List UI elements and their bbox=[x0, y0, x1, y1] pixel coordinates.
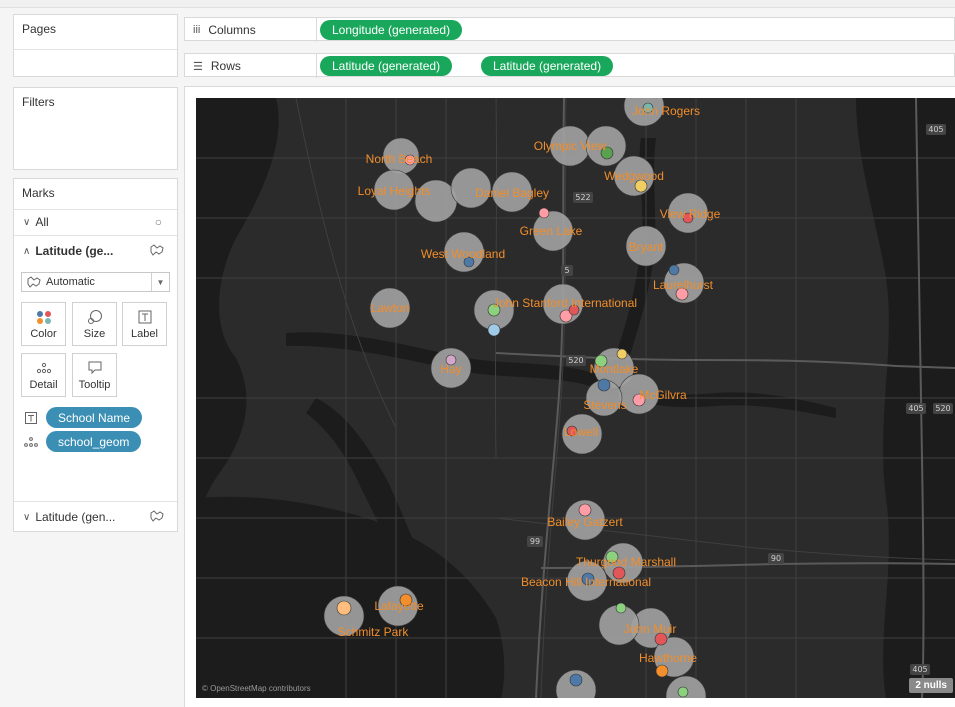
school-label: Thurgood Marshall bbox=[575, 555, 677, 569]
highway-label: 520 bbox=[568, 356, 583, 365]
highway-label: 405 bbox=[908, 404, 923, 413]
map-view[interactable]: 405 405 520 522 5 520 99 90 405 John Rog… bbox=[196, 98, 955, 698]
school-label: Hay bbox=[440, 362, 462, 376]
chevron-down-icon: ∨ bbox=[23, 511, 31, 523]
school-label: Lafayette bbox=[374, 599, 424, 613]
highway-label: 405 bbox=[912, 665, 927, 674]
size-icon bbox=[87, 308, 103, 326]
top-tab-strip bbox=[0, 0, 955, 8]
school-label: McGilvra bbox=[639, 388, 687, 402]
rows-label: Rows bbox=[210, 59, 241, 73]
tableau-worksheet: Pages Filters Marks ∨ All ○ ∧ Latitude (… bbox=[0, 0, 955, 707]
pages-drop-area[interactable] bbox=[14, 49, 177, 50]
detail-icon bbox=[36, 359, 52, 377]
size-label: Size bbox=[83, 328, 106, 340]
filters-card[interactable]: Filters bbox=[13, 87, 178, 170]
text-icon bbox=[24, 411, 38, 424]
tooltip-label: Tooltip bbox=[78, 379, 111, 391]
detail-button[interactable]: Detail bbox=[21, 353, 66, 397]
label-icon bbox=[138, 308, 152, 326]
school-label: Bailey Gatzert bbox=[547, 515, 623, 529]
pages-card: Pages bbox=[13, 14, 178, 77]
field-school-name[interactable]: School Name bbox=[24, 407, 143, 428]
school-label: Lowell bbox=[563, 425, 599, 439]
rows-icon: ☰ bbox=[193, 60, 203, 73]
highway-label: 90 bbox=[771, 554, 781, 563]
school-label: Green Lake bbox=[519, 224, 583, 238]
tooltip-icon bbox=[88, 359, 102, 377]
nulls-indicator[interactable]: 2 nulls bbox=[909, 678, 953, 693]
marks-card: Marks ∨ All ○ ∧ Latitude (ge... Automati… bbox=[13, 178, 178, 532]
highway-label: 522 bbox=[575, 193, 590, 202]
pages-title: Pages bbox=[22, 22, 57, 36]
columns-icon: iii bbox=[193, 24, 201, 36]
school-label: Daniel Bagley bbox=[474, 186, 550, 200]
detail-icon bbox=[24, 436, 38, 447]
school-label: Hawthorne bbox=[638, 651, 698, 665]
school-label: Montlake bbox=[589, 362, 639, 376]
color-label: Color bbox=[30, 328, 57, 340]
field-school-geom[interactable]: school_geom bbox=[24, 431, 142, 452]
detail-label: Detail bbox=[29, 379, 58, 391]
highway-label: 99 bbox=[530, 537, 540, 546]
marks-layer-latitude-2[interactable]: ∨ Latitude (gen... bbox=[14, 505, 177, 529]
map-mark-icon bbox=[27, 276, 41, 288]
map-basemap: 405 405 520 522 5 520 99 90 405 bbox=[196, 98, 955, 698]
school-label: Loyal Heights bbox=[357, 184, 431, 198]
size-button[interactable]: Size bbox=[72, 302, 117, 346]
chevron-down-icon: ∨ bbox=[23, 216, 31, 228]
marks-all-row[interactable]: ∨ All ○ bbox=[14, 211, 177, 233]
school-geom-pill[interactable]: school_geom bbox=[46, 431, 142, 452]
tooltip-button[interactable]: Tooltip bbox=[72, 353, 117, 397]
school-label: Laurelhurst bbox=[652, 278, 714, 292]
color-button[interactable]: Color bbox=[21, 302, 66, 346]
school-label: West Woodland bbox=[420, 247, 506, 261]
columns-label: Columns bbox=[208, 23, 256, 37]
school-label: Schmitz Park bbox=[337, 625, 409, 639]
latitude-pill-2[interactable]: Latitude (generated) bbox=[481, 56, 614, 76]
mark-type-dropdown[interactable]: Automatic ▼ bbox=[21, 272, 170, 292]
school-label: Bryant bbox=[628, 240, 664, 254]
map-mark-icon bbox=[150, 243, 164, 259]
mark-type-value: Automatic bbox=[46, 276, 95, 288]
label-button[interactable]: Label bbox=[122, 302, 167, 346]
school-label: View Ridge bbox=[659, 207, 721, 221]
marks-layer-latitude-1[interactable]: ∧ Latitude (ge... bbox=[14, 239, 177, 263]
chevron-up-icon: ∧ bbox=[23, 245, 31, 257]
color-dots-icon bbox=[36, 308, 52, 326]
school-label: John Muir bbox=[623, 622, 677, 636]
label-label: Label bbox=[131, 328, 158, 340]
school-label: John Rogers bbox=[631, 104, 701, 118]
highway-label: 5 bbox=[564, 266, 569, 275]
columns-shelf[interactable]: iii Columns Longitude (generated) bbox=[184, 17, 955, 42]
longitude-pill[interactable]: Longitude (generated) bbox=[320, 20, 463, 40]
school-label: Stevens bbox=[583, 398, 627, 412]
school-label: Olympic View bbox=[533, 139, 607, 153]
school-label: Beacon Hill International bbox=[520, 575, 652, 589]
dropdown-caret-icon: ▼ bbox=[151, 273, 169, 291]
marks-title: Marks bbox=[22, 186, 55, 200]
marks-layer2-label: Latitude (gen... bbox=[35, 510, 116, 524]
latitude-pill-1[interactable]: Latitude (generated) bbox=[320, 56, 453, 76]
marks-all-label: All bbox=[35, 215, 49, 229]
school-label: Lawton bbox=[370, 301, 410, 315]
circle-mark-icon: ○ bbox=[154, 215, 162, 229]
school-label: Wedgwood bbox=[604, 169, 664, 183]
school-name-pill[interactable]: School Name bbox=[46, 407, 143, 428]
rows-shelf-label: ☰ Rows bbox=[193, 54, 241, 78]
marks-layer1-label: Latitude (ge... bbox=[35, 244, 114, 258]
school-label: John Stanford International bbox=[492, 296, 638, 310]
map-attribution[interactable]: © OpenStreetMap contributors bbox=[202, 684, 311, 693]
map-mark-icon bbox=[150, 509, 164, 525]
highway-label: 405 bbox=[928, 125, 943, 134]
highway-label: 520 bbox=[935, 404, 950, 413]
filters-title: Filters bbox=[22, 95, 55, 109]
columns-shelf-label: iii Columns bbox=[193, 18, 256, 42]
rows-shelf[interactable]: ☰ Rows Latitude (generated) Latitude (ge… bbox=[184, 53, 955, 78]
school-label: North Beach bbox=[365, 152, 433, 166]
